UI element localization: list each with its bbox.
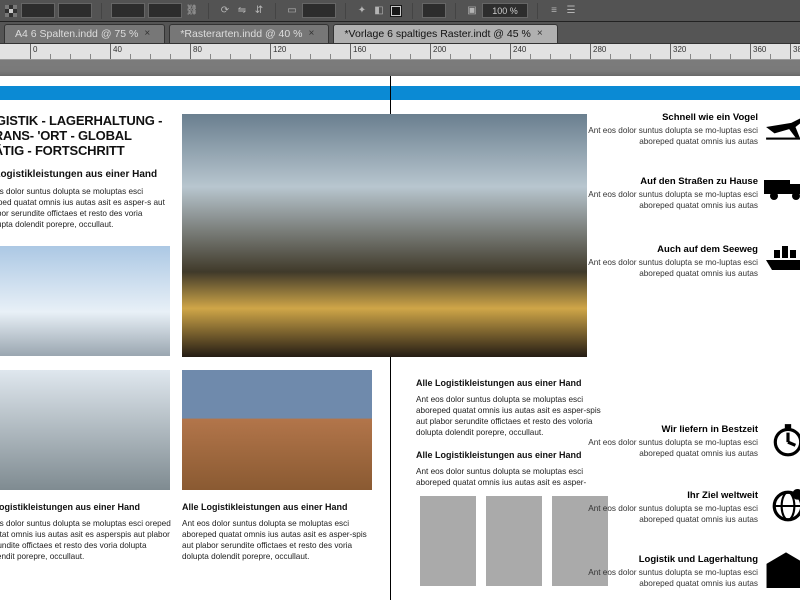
separator <box>275 3 276 19</box>
body-text[interactable]: Ant eos dolor suntus dolupta se moluptas… <box>182 518 372 562</box>
separator <box>537 3 538 19</box>
sidebar-feature[interactable]: Schnell wie ein Vogel Ant eos dolor suntu… <box>568 112 758 147</box>
ruler-tick: 200 <box>430 44 431 60</box>
wrap-icon[interactable]: ◧ <box>372 4 386 18</box>
close-icon[interactable]: × <box>308 29 318 39</box>
stroke-group: ▭ <box>285 3 336 18</box>
stroke-weight-icon[interactable]: ▭ <box>285 4 299 18</box>
effects-group: ✦ ◧ <box>355 4 403 18</box>
document-canvas[interactable]: OGISTIK - LAGERHALTUNG - TRANS- 'ORT - G… <box>0 60 800 600</box>
image-container-ship[interactable] <box>182 370 372 490</box>
tab-doc-3[interactable]: *Vorlage 6 spaltiges Raster.indt @ 45 % × <box>333 24 557 43</box>
align-left-icon[interactable]: ≡ <box>547 4 561 18</box>
screen-mode-icon[interactable]: ▣ <box>465 4 479 18</box>
ruler-tick: 40 <box>110 44 111 60</box>
headline[interactable]: OGISTIK - LAGERHALTUNG - TRANS- 'ORT - G… <box>0 114 166 159</box>
ruler-tick: 320 <box>670 44 671 60</box>
image-airplane[interactable] <box>0 246 170 356</box>
sidebar-feature[interactable]: Auch auf dem Seeweg Ant eos dolor suntus … <box>568 244 758 279</box>
separator <box>455 3 456 19</box>
transform-group: ⟳ ⇋ ⇵ <box>218 4 266 18</box>
close-icon[interactable]: × <box>144 29 154 39</box>
h-field[interactable] <box>148 3 182 18</box>
sidebar-feature[interactable]: Wir liefern in Bestzeit Ant eos dolor sun… <box>568 424 758 459</box>
feature-desc: Ant eos dolor suntus dolupta se mo-lupta… <box>568 190 758 211</box>
flip-v-icon[interactable]: ⇵ <box>252 4 266 18</box>
ruler-tick: 80 <box>190 44 191 60</box>
sidebar-feature[interactable]: Auf den Straßen zu Hause Ant eos dolor su… <box>568 176 758 211</box>
x-field[interactable] <box>21 3 55 18</box>
tab-doc-2[interactable]: *Rasterarten.indd @ 40 % × <box>169 24 329 43</box>
tab-label: A4 6 Spalten.indd @ 75 % <box>15 28 138 40</box>
body-text[interactable]: Ant eos dolor suntus dolupta se moluptas… <box>416 466 612 488</box>
stopwatch-icon <box>764 422 800 458</box>
ruler-tick: 380 <box>790 44 791 60</box>
feature-title: Ihr Ziel weltweit <box>568 490 758 501</box>
ruler-tick: 280 <box>590 44 591 60</box>
body-text[interactable]: t eos dolor suntus dolupta se moluptas e… <box>0 518 171 562</box>
stroke-field[interactable] <box>302 3 336 18</box>
align-center-icon[interactable]: ☰ <box>564 4 578 18</box>
w-field[interactable] <box>111 3 145 18</box>
ruler-tick: 360 <box>750 44 751 60</box>
feature-title: Schnell wie ein Vogel <box>568 112 758 123</box>
tab-label: *Rasterarten.indd @ 40 % <box>180 28 302 40</box>
placeholder-frame[interactable] <box>420 496 476 586</box>
feature-desc: Ant eos dolor suntus dolupta se mo-lupta… <box>568 258 758 279</box>
feature-desc: Ant eos dolor suntus dolupta se mo-lupta… <box>568 126 758 147</box>
warehouse-icon <box>764 552 800 588</box>
document-tab-bar: A4 6 Spalten.indd @ 75 % × *Rasterarten.i… <box>0 22 800 44</box>
feature-desc: Ant eos dolor suntus dolupta se mo-lupta… <box>568 438 758 459</box>
flip-h-icon[interactable]: ⇋ <box>235 4 249 18</box>
image-truck[interactable] <box>0 370 170 490</box>
spread: OGISTIK - LAGERHALTUNG - TRANS- 'ORT - G… <box>0 76 800 600</box>
close-icon[interactable]: × <box>537 29 547 39</box>
image-city-highway[interactable] <box>182 114 587 357</box>
globe-icon <box>764 488 800 524</box>
plane-icon <box>764 110 800 146</box>
caption[interactable]: e Logistikleistungen aus einer Hand <box>0 502 171 512</box>
ruler-tick: 160 <box>350 44 351 60</box>
header-bar <box>0 86 800 100</box>
feature-desc: Ant eos dolor suntus dolupta se mo-lupta… <box>568 504 758 525</box>
sidebar-feature[interactable]: Logistik und Lagerhaltung Ant eos dolor s… <box>568 554 758 589</box>
caption[interactable]: Alle Logistikleistungen aus einer Hand <box>182 502 372 512</box>
separator <box>345 3 346 19</box>
ruler-tick: 120 <box>270 44 271 60</box>
opacity-field[interactable] <box>422 3 446 18</box>
feature-desc: Ant eos dolor suntus dolupta se mo-lupta… <box>568 568 758 589</box>
feature-title: Logistik und Lagerhaltung <box>568 554 758 565</box>
ref-point-icon[interactable] <box>4 4 18 18</box>
tab-label: *Vorlage 6 spaltiges Raster.indt @ 45 % <box>344 28 530 40</box>
swatch-icon[interactable] <box>389 4 403 18</box>
separator <box>412 3 413 19</box>
ruler-tick: 240 <box>510 44 511 60</box>
fx-icon[interactable]: ✦ <box>355 4 369 18</box>
feature-title: Auf den Straßen zu Hause <box>568 176 758 187</box>
ruler-tick: 0 <box>30 44 31 60</box>
link-icon[interactable]: ⛓ <box>185 4 199 18</box>
y-field[interactable] <box>58 3 92 18</box>
options-bar[interactable]: ⛓ ⟳ ⇋ ⇵ ▭ ✦ ◧ ▣ 100 % ≡ ☰ <box>0 0 800 22</box>
subhead[interactable]: e Logistikleistungen aus einer Hand <box>0 169 166 180</box>
zoom-field[interactable]: 100 % <box>482 3 528 18</box>
placeholder-frame[interactable] <box>486 496 542 586</box>
sidebar-feature[interactable]: Ihr Ziel weltweit Ant eos dolor suntus do… <box>568 490 758 525</box>
truck-icon <box>764 174 800 210</box>
rotate-icon[interactable]: ⟳ <box>218 4 232 18</box>
subhead[interactable]: Alle Logistikleistungen aus einer Hand <box>416 378 612 388</box>
horizontal-ruler[interactable]: 0 40 80 120 160 200 240 280 320 360 380 <box>0 44 800 60</box>
body-text[interactable]: t eos dolor suntus dolupta se moluptas e… <box>0 186 166 230</box>
feature-title: Wir liefern in Bestzeit <box>568 424 758 435</box>
feature-title: Auch auf dem Seeweg <box>568 244 758 255</box>
tab-doc-1[interactable]: A4 6 Spalten.indd @ 75 % × <box>4 24 165 43</box>
separator <box>208 3 209 19</box>
ship-icon <box>764 242 800 278</box>
separator <box>101 3 102 19</box>
